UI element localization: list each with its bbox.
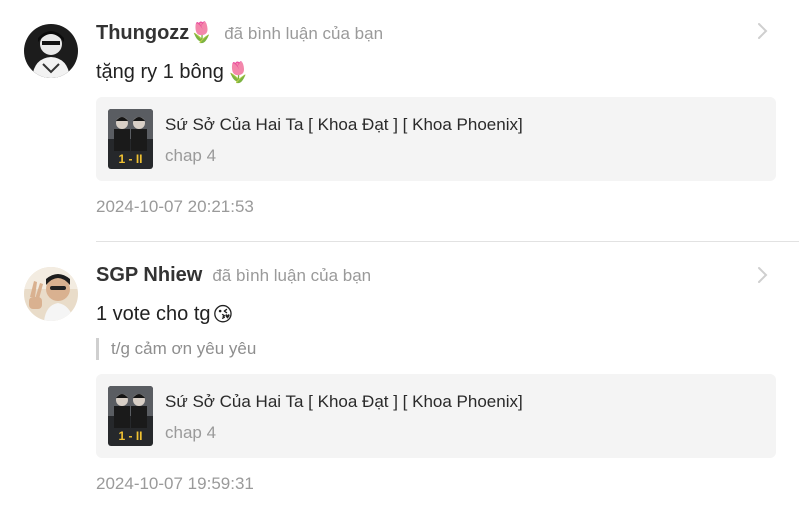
username[interactable]: SGP Nhiew <box>96 264 202 287</box>
notification-header: SGP Nhiew đã bình luận của bạn <box>96 264 371 287</box>
chevron-right-icon[interactable] <box>757 22 769 40</box>
comment-text: tặng ry 1 bông 🌷 <box>96 61 251 84</box>
action-text: đã bình luận của bạn <box>224 24 384 43</box>
avatar[interactable] <box>24 267 78 321</box>
story-title[interactable]: Sứ Sở Của Hai Ta [ Khoa Đạt ] [ Khoa Pho… <box>165 115 523 135</box>
story-chapter: chap 4 <box>165 146 217 165</box>
notification-header: Thungozz🌷 đã bình luận của bạn <box>96 20 383 45</box>
story-card[interactable]: 1 - II Sứ Sở Của Hai Ta [ Khoa Đạt ] [ K… <box>96 374 776 458</box>
story-card[interactable]: 1 - II Sứ Sở Của Hai Ta [ Khoa Đạt ] [ K… <box>96 97 776 181</box>
avatar[interactable] <box>24 24 78 78</box>
notification-item[interactable]: Thungozz🌷 đã bình luận của bạn tặng ry 1… <box>0 0 799 242</box>
tulip-emoji: 🌷 <box>189 22 215 44</box>
chevron-right-icon[interactable] <box>757 266 769 284</box>
story-title[interactable]: Sứ Sở Của Hai Ta [ Khoa Đạt ] [ Khoa Pho… <box>165 392 523 412</box>
tulip-emoji: 🌷 <box>225 62 251 84</box>
story-chapter: chap 4 <box>165 423 217 442</box>
svg-text:1 - II: 1 - II <box>118 152 142 166</box>
comment-text: 1 vote cho tg 😘 <box>96 303 234 326</box>
face-blowing-kiss-emoji: 😘 <box>212 304 234 326</box>
timestamp: 2024-10-07 20:21:53 <box>96 197 254 216</box>
notification-item[interactable]: SGP Nhiew đã bình luận của bạn 1 vote ch… <box>0 242 799 518</box>
action-text: đã bình luận của bạn <box>212 266 372 285</box>
svg-text:1 - II: 1 - II <box>118 429 142 443</box>
username[interactable]: Thungozz🌷 <box>96 20 214 45</box>
story-cover: 1 - II <box>108 386 153 446</box>
story-cover: 1 - II <box>108 109 153 169</box>
quoted-reply: t/g cảm ơn yêu yêu <box>96 338 256 360</box>
timestamp: 2024-10-07 19:59:31 <box>96 474 254 493</box>
